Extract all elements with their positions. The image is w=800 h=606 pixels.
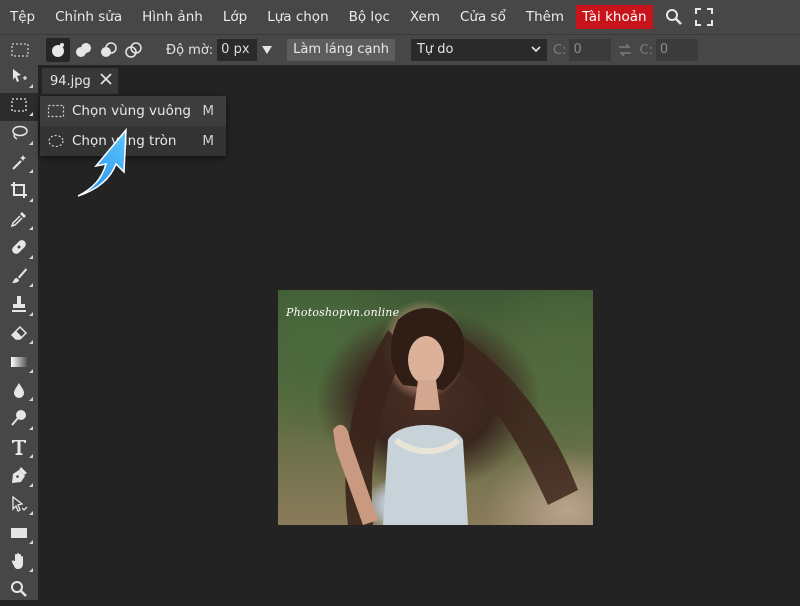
- lasso-icon: [10, 124, 28, 146]
- menu-more[interactable]: Thêm: [516, 0, 574, 34]
- eraser-icon: [10, 324, 28, 346]
- height-input[interactable]: 0: [655, 39, 698, 61]
- dodge-tool[interactable]: [0, 406, 38, 435]
- chevron-down-icon: [531, 39, 541, 61]
- zoom-icon: [10, 580, 28, 602]
- menu-layer[interactable]: Lớp: [213, 0, 257, 34]
- style-select-value: Tự do: [416, 42, 454, 57]
- close-icon[interactable]: [100, 73, 112, 89]
- document-tab-title: 94.jpg: [50, 73, 91, 89]
- options-bar: Độ mờ: 0 px Làm láng cạnh Tự do C: 0 C: …: [0, 34, 800, 65]
- shape-icon: [10, 525, 28, 544]
- healing-icon: [10, 238, 28, 260]
- swap-icon[interactable]: [617, 43, 633, 57]
- new-selection-icon[interactable]: [46, 38, 70, 62]
- menu-file[interactable]: Tệp: [0, 0, 45, 34]
- lasso-tool[interactable]: [0, 121, 38, 150]
- menu-edit[interactable]: Chỉnh sửa: [45, 0, 132, 34]
- zoom-tool[interactable]: [0, 577, 38, 606]
- document-tab[interactable]: 94.jpg: [42, 68, 118, 94]
- stamp-tool[interactable]: [0, 292, 38, 321]
- pen-icon: [10, 466, 28, 488]
- rect-marquee-icon: [46, 104, 66, 118]
- rect-marquee-label: Chọn vùng vuông: [72, 103, 191, 119]
- height-label: C:: [639, 42, 653, 58]
- crop-icon: [10, 181, 28, 203]
- intersect-selection-icon[interactable]: [121, 38, 145, 62]
- rect-select-tool[interactable]: [0, 92, 38, 121]
- path-select-icon: [10, 495, 28, 517]
- eraser-tool[interactable]: [0, 321, 38, 350]
- feather-label: Độ mờ:: [166, 42, 214, 58]
- fullscreen-icon[interactable]: [689, 0, 719, 34]
- ellipse-marquee-option[interactable]: Chọn vùng tròn M: [40, 126, 226, 156]
- text-icon: [10, 438, 28, 460]
- feather-input[interactable]: 0 px: [217, 39, 258, 61]
- blur-tool[interactable]: [0, 378, 38, 407]
- ellipse-marquee-icon: [46, 134, 66, 148]
- menu-image[interactable]: Hình ảnh: [132, 0, 213, 34]
- rect-marquee-option[interactable]: Chọn vùng vuông M: [40, 96, 226, 126]
- style-select[interactable]: Tự do: [410, 39, 547, 61]
- rect-select-icon: [10, 97, 28, 117]
- menu-filter[interactable]: Bộ lọc: [339, 0, 400, 34]
- menu-select[interactable]: Lựa chọn: [257, 0, 338, 34]
- move-tool[interactable]: [0, 64, 38, 93]
- magic-wand-tool[interactable]: [0, 150, 38, 179]
- eyedropper-icon: [10, 210, 28, 232]
- text-tool[interactable]: [0, 435, 38, 464]
- blur-icon: [10, 381, 28, 403]
- subtract-selection-icon[interactable]: [96, 38, 120, 62]
- width-input[interactable]: 0: [569, 39, 612, 61]
- magic-wand-icon: [10, 153, 28, 175]
- gradient-icon: [10, 354, 28, 373]
- marquee-preview-icon: [10, 42, 30, 58]
- eyedropper-tool[interactable]: [0, 207, 38, 236]
- pointer-arrow-icon: [76, 126, 130, 204]
- pen-tool[interactable]: [0, 463, 38, 492]
- stamp-icon: [10, 295, 28, 317]
- path-select-tool[interactable]: [0, 492, 38, 521]
- marquee-flyout-menu: Chọn vùng vuông M Chọn vùng tròn M: [40, 96, 226, 156]
- feather-dropdown-icon[interactable]: [261, 45, 273, 55]
- menu-bar: Tệp Chỉnh sửa Hình ảnh Lớp Lựa chọn Bộ l…: [0, 0, 800, 34]
- dodge-icon: [10, 409, 28, 431]
- account-button[interactable]: Tài khoản: [576, 5, 653, 29]
- smooth-edge-button[interactable]: Làm láng cạnh: [287, 39, 395, 61]
- rect-marquee-shortcut: M: [202, 103, 214, 119]
- add-selection-icon[interactable]: [71, 38, 95, 62]
- menu-view[interactable]: Xem: [400, 0, 450, 34]
- move-icon: [10, 67, 28, 89]
- search-icon[interactable]: [659, 0, 689, 34]
- brush-icon: [10, 267, 28, 289]
- canvas-image[interactable]: Photoshopvn.online: [278, 290, 593, 525]
- brush-tool[interactable]: [0, 264, 38, 293]
- shape-tool[interactable]: [0, 520, 38, 549]
- healing-tool[interactable]: [0, 235, 38, 264]
- portrait-illustration: [333, 308, 578, 525]
- gradient-tool[interactable]: [0, 349, 38, 378]
- hand-tool[interactable]: [0, 549, 38, 578]
- menu-window[interactable]: Cửa sổ: [450, 0, 516, 34]
- watermark-text: Photoshopvn.online: [286, 306, 400, 319]
- crop-tool[interactable]: [0, 178, 38, 207]
- hand-icon: [10, 552, 28, 574]
- tool-panel: [0, 64, 38, 600]
- width-label: C:: [552, 42, 567, 58]
- ellipse-marquee-shortcut: M: [202, 133, 214, 149]
